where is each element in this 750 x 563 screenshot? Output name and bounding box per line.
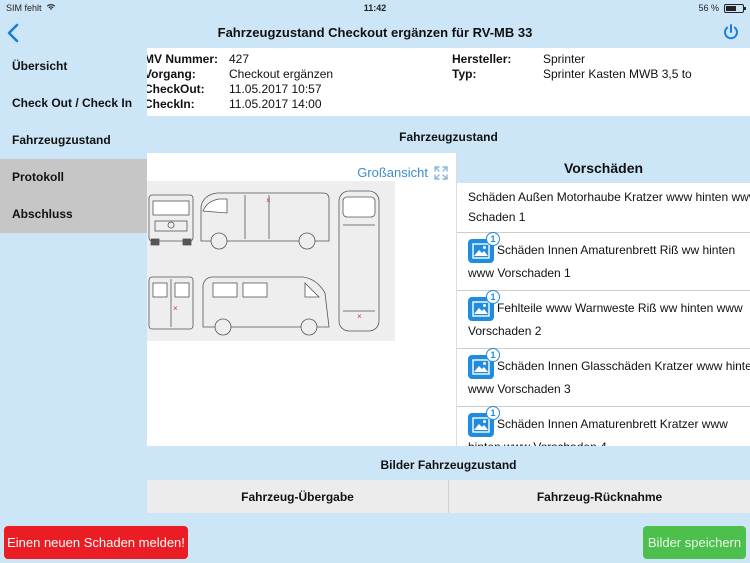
sidebar-item-fahrzeugzustand[interactable]: Fahrzeugzustand — [0, 122, 147, 159]
sidebar: Übersicht Check Out / Check In Fahrzeugz… — [0, 48, 147, 523]
battery-percent: 56 % — [698, 3, 719, 13]
clock: 11:42 — [363, 3, 387, 13]
photo-thumbnail-icon[interactable]: 1 — [468, 348, 500, 379]
photo-count-badge: 1 — [486, 406, 500, 420]
van-rear-view: × — [148, 276, 194, 330]
damage-list-item[interactable]: 1 Fehlteile www Warnweste Riß ww hinten w… — [457, 290, 750, 349]
vehicle-diagram-panel: Großansicht × × × — [147, 153, 456, 446]
info-value-vorgang: Checkout ergänzen — [229, 67, 334, 81]
damage-list-item[interactable]: 1 Schäden Innen Amaturenbrett Kratzer www… — [457, 406, 750, 446]
photo-count-badge: 1 — [486, 290, 500, 304]
info-label-vorgang: Vorgang: — [147, 67, 196, 81]
photo-thumbnail-icon[interactable]: 1 — [468, 290, 500, 321]
vehicle-info-panel: MV Nummer: 427 Vorgang: Checkout ergänze… — [147, 48, 750, 116]
prior-damages-panel: Vorschäden Schäden Außen Motorhaube Krat… — [456, 153, 750, 446]
sidebar-item-checkout-checkin[interactable]: Check Out / Check In — [0, 85, 147, 122]
info-label-typ: Typ: — [452, 67, 477, 81]
sidebar-item-protokoll[interactable]: Protokoll — [0, 159, 147, 196]
info-value-checkin: 11.05.2017 14:00 — [229, 97, 322, 111]
damage-line-1: Schäden Innen Amaturenbrett Kratzer www — [497, 417, 728, 432]
sidebar-item-abschluss[interactable]: Abschluss — [0, 196, 147, 233]
info-label-mv-number: MV Nummer: — [147, 52, 219, 66]
svg-text:×: × — [266, 196, 271, 205]
van-side-view-left: × — [200, 192, 330, 250]
svg-text:×: × — [173, 304, 178, 313]
vehicle-return-button[interactable]: Fahrzeug-Rücknahme — [448, 480, 750, 513]
damage-line-2: www Vorschaden 3 — [468, 382, 571, 396]
damage-list-item[interactable]: 1 Schäden Innen Glasschäden Kratzer www h… — [457, 348, 750, 407]
info-label-checkin: CheckIn: — [147, 97, 195, 111]
van-top-view: × — [338, 190, 380, 332]
sidebar-item-uebersicht[interactable]: Übersicht — [0, 48, 147, 85]
damage-line-2: Schaden 1 — [468, 210, 526, 224]
svg-text:×: × — [357, 312, 362, 321]
damage-line-2: hinten www Vorschaden 4 — [468, 437, 750, 446]
image-tabs: Fahrzeug-Übergabe Fahrzeug-Rücknahme — [147, 480, 750, 513]
power-icon[interactable] — [722, 23, 740, 41]
damage-line-1: Fehlteile www Warnweste Riß ww hinten ww… — [497, 301, 743, 316]
photo-thumbnail-icon[interactable]: 1 — [468, 406, 500, 437]
info-value-hersteller: Sprinter — [543, 52, 586, 66]
report-damage-button[interactable]: Einen neuen Schaden melden! — [4, 526, 188, 559]
photo-count-badge: 1 — [486, 232, 500, 246]
vehicle-handover-button[interactable]: Fahrzeug-Übergabe — [147, 480, 448, 513]
section-title-fahrzeugzustand: Fahrzeugzustand — [147, 116, 750, 153]
save-images-button[interactable]: Bilder speichern — [643, 526, 746, 559]
prior-damages-title: Vorschäden — [457, 153, 750, 183]
damage-line-1: Schäden Außen Motorhaube Kratzer www hin… — [468, 190, 750, 204]
info-label-checkout: CheckOut: — [147, 82, 205, 96]
van-side-view-right — [202, 276, 330, 336]
info-value-checkout: 11.05.2017 10:57 — [229, 82, 322, 96]
photo-count-badge: 1 — [486, 348, 500, 362]
damage-line-2: Vorschaden 2 — [468, 324, 542, 338]
bottom-toolbar: Einen neuen Schaden melden! Bilder speic… — [0, 523, 750, 563]
damage-line-1: Schäden Innen Amaturenbrett Riß ww hinte… — [497, 243, 736, 258]
info-label-hersteller: Hersteller: — [452, 52, 512, 66]
van-front-view — [148, 194, 194, 246]
damage-list-item[interactable]: 1 Schäden Innen Amaturenbrett Riß ww hint… — [457, 232, 750, 291]
main-content: MV Nummer: 427 Vorgang: Checkout ergänze… — [147, 48, 750, 523]
damage-line-2: www Vorschaden 1 — [468, 266, 571, 280]
battery-icon — [724, 3, 746, 13]
section-title-bilder: Bilder Fahrzeugzustand — [147, 446, 750, 480]
info-value-mv-number: 427 — [229, 52, 250, 66]
damage-list-item[interactable]: Schäden Außen Motorhaube Kratzer www hin… — [457, 183, 750, 233]
page-title: Fahrzeugzustand Checkout ergänzen für RV… — [217, 25, 533, 40]
status-bar: SIM fehlt 11:42 56 % — [0, 0, 750, 16]
damage-line-1: Schäden Innen Glasschäden Kratzer www hi… — [497, 359, 750, 374]
expand-icon[interactable] — [434, 166, 448, 180]
vehicle-diagram-image[interactable]: × × × — [147, 181, 395, 341]
navigation-bar: Fahrzeugzustand Checkout ergänzen für RV… — [0, 16, 750, 48]
photo-thumbnail-icon[interactable]: 1 — [468, 232, 500, 263]
info-value-typ: Sprinter Kasten MWB 3,5 to — [543, 67, 692, 81]
enlarge-link[interactable]: Großansicht — [357, 165, 428, 180]
